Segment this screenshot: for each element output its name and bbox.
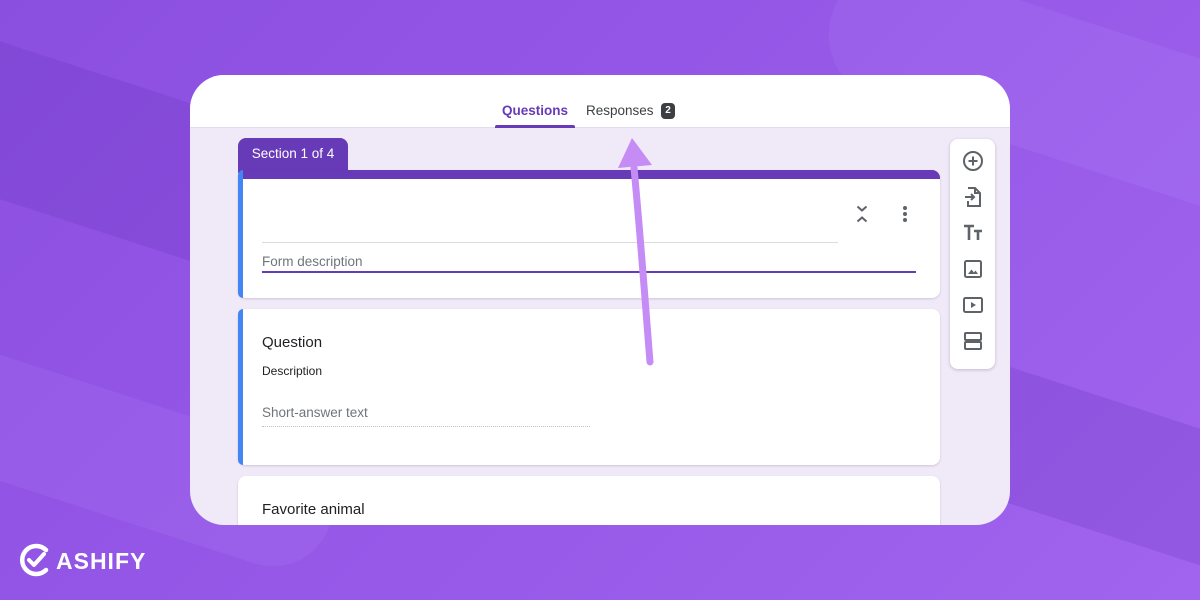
add-image-icon[interactable] (961, 257, 985, 281)
tab-bar: Questions Responses 2 (190, 75, 1010, 128)
short-answer-placeholder: Short-answer text (262, 405, 368, 420)
responses-count-badge: 2 (661, 103, 675, 119)
question-card[interactable]: Favorite animal (238, 476, 940, 525)
floating-toolbar (950, 139, 995, 369)
card-focus-accent (238, 170, 243, 298)
short-answer-underline (262, 426, 590, 427)
more-options-icon[interactable] (893, 202, 917, 226)
card-focus-accent (238, 309, 243, 465)
tab-questions[interactable]: Questions (495, 103, 575, 128)
section-label: Section 1 of 4 (238, 138, 348, 173)
import-questions-icon[interactable] (961, 185, 985, 209)
add-question-icon[interactable] (961, 149, 985, 173)
collapse-section-icon[interactable] (850, 202, 874, 226)
cashify-logo: ASHIFY (18, 540, 145, 580)
tab-responses[interactable]: Responses (586, 103, 654, 127)
form-header-card[interactable]: Form description (238, 170, 940, 298)
cashify-logo-icon (19, 543, 49, 577)
add-section-icon[interactable] (961, 329, 985, 353)
form-title-field[interactable] (262, 242, 838, 243)
add-video-icon[interactable] (961, 293, 985, 317)
cashify-logo-text: ASHIFY (56, 548, 147, 574)
description-underline (262, 271, 916, 273)
question-title[interactable]: Favorite animal (262, 501, 365, 518)
google-forms-window: Questions Responses 2 Section 1 of 4 For… (190, 75, 1010, 525)
question-description[interactable]: Description (262, 364, 322, 378)
add-title-icon[interactable] (961, 221, 985, 245)
question-title[interactable]: Question (262, 334, 322, 351)
form-description-field[interactable]: Form description (262, 254, 363, 269)
question-card[interactable]: Question Description Short-answer text (238, 309, 940, 465)
